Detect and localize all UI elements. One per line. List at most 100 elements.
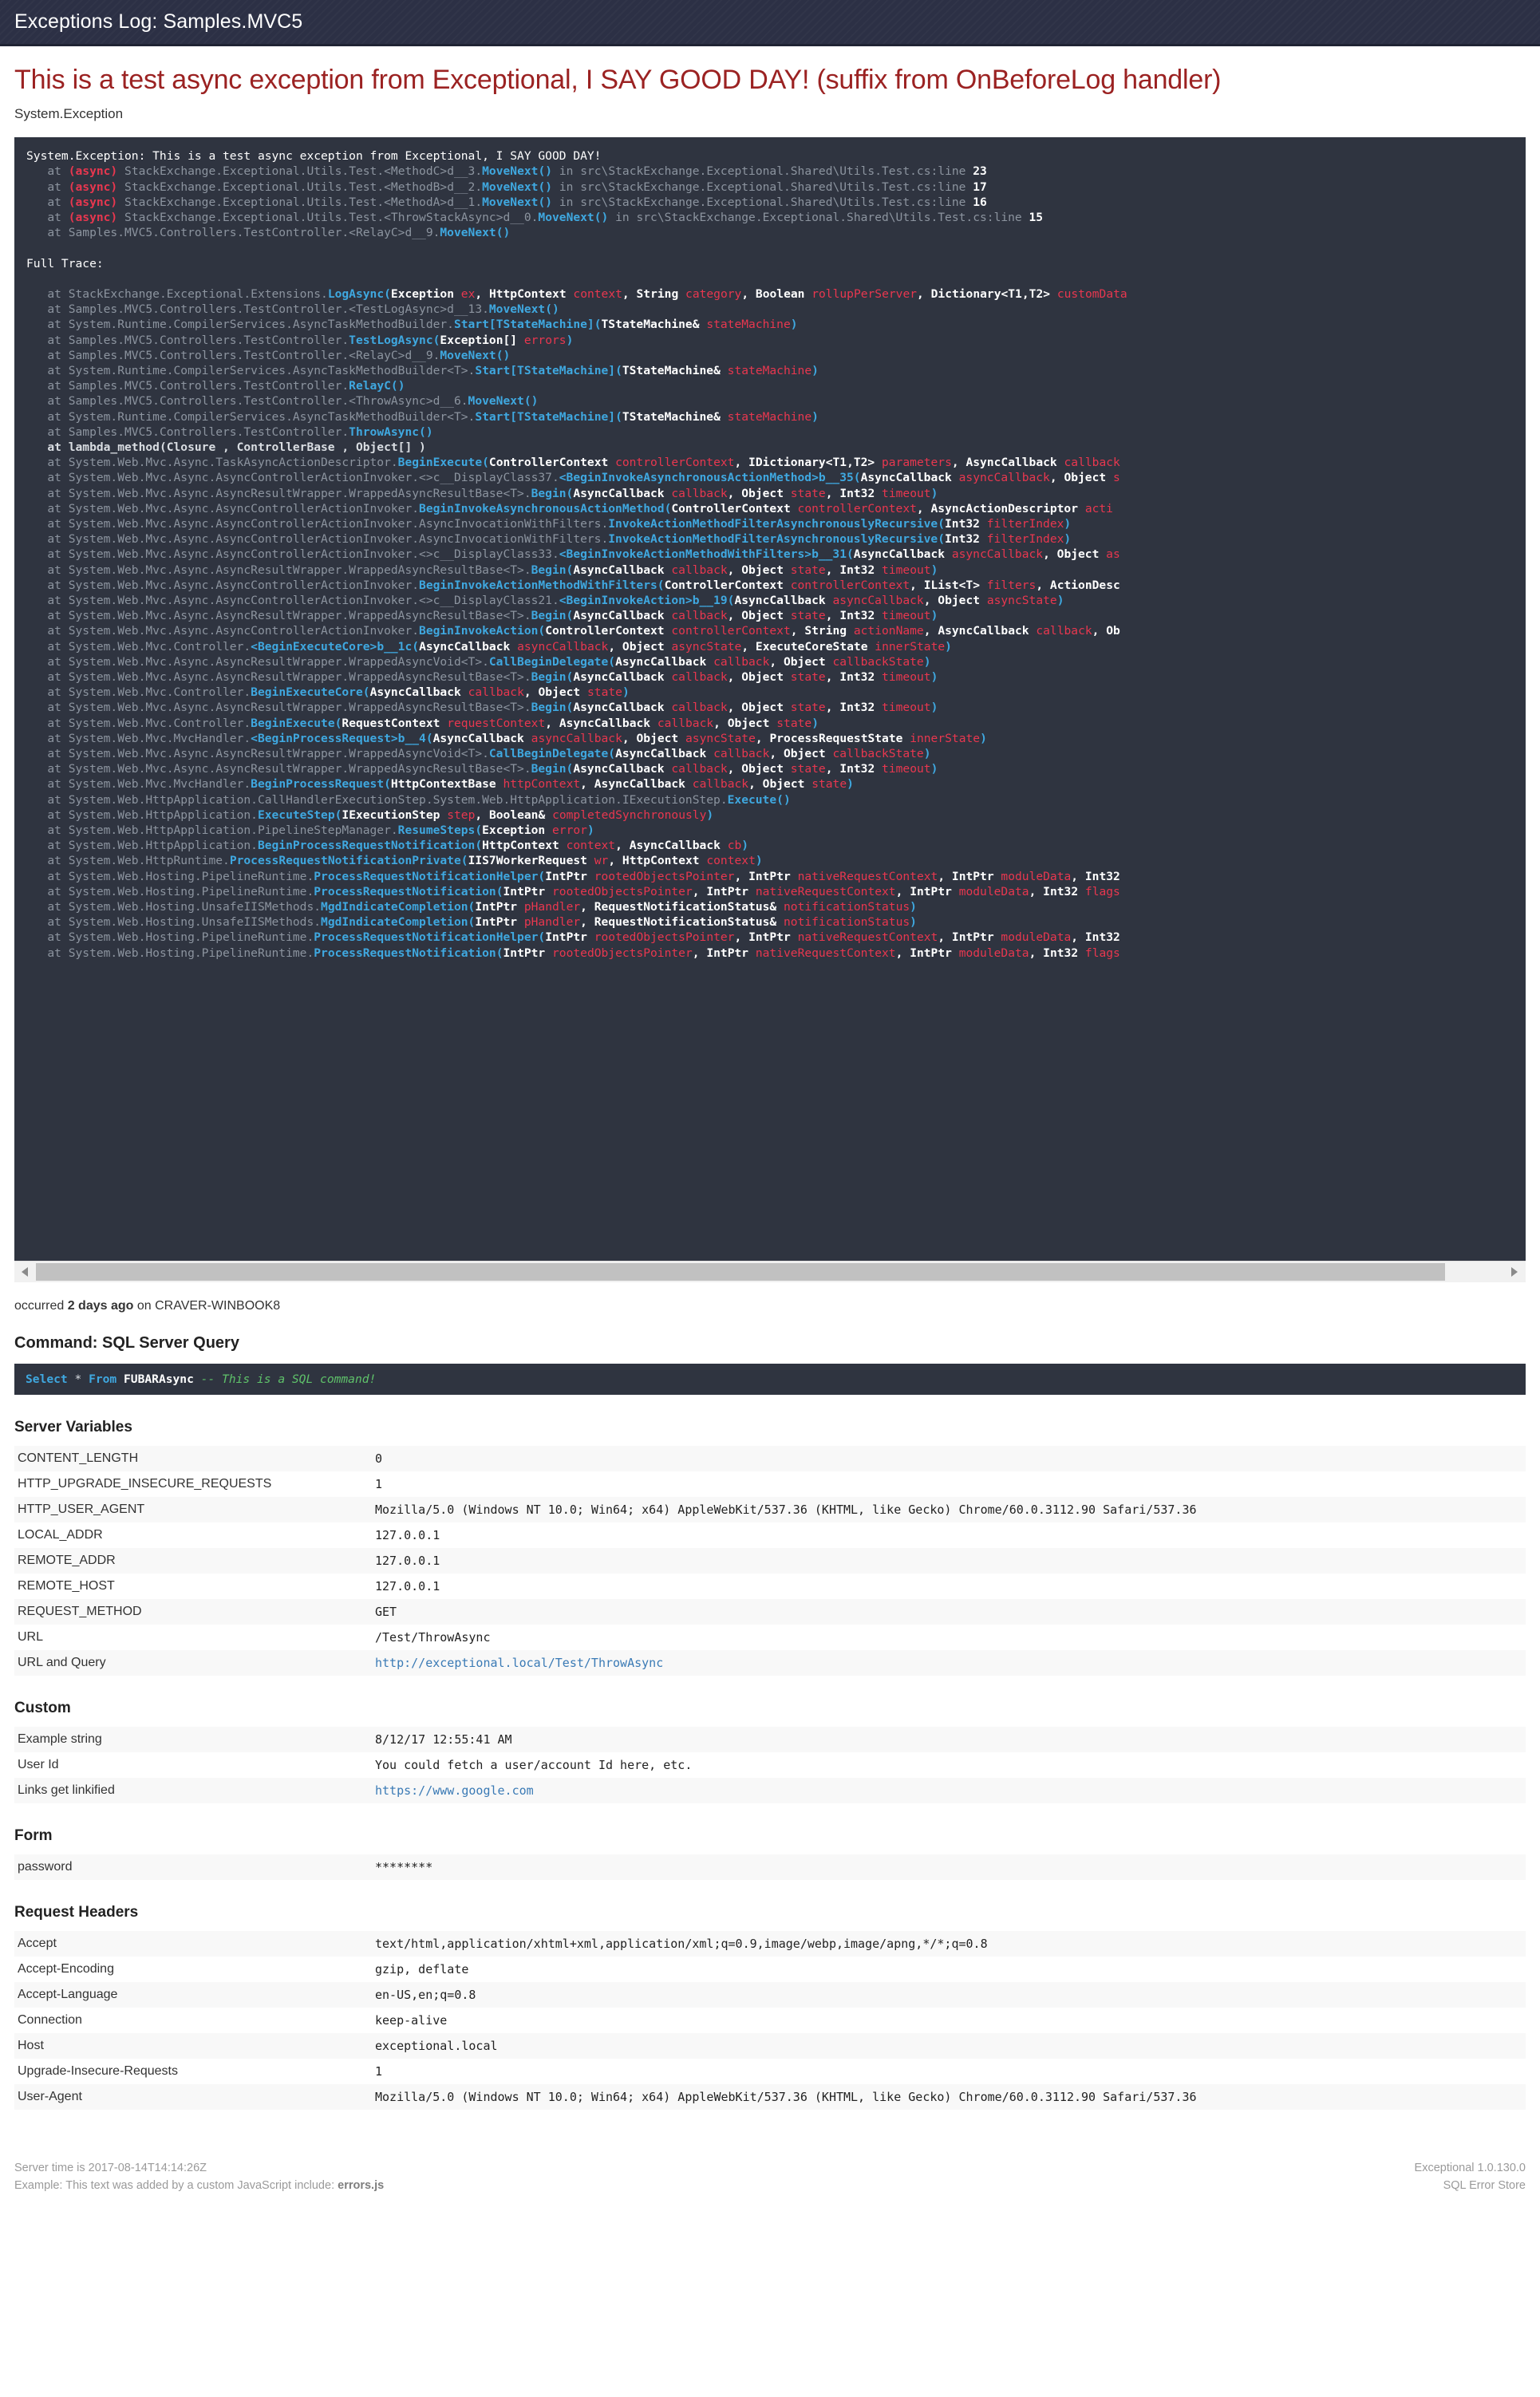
row-value-link[interactable]: https://www.google.com [375,1783,534,1798]
row-value: 127.0.0.1 [375,1579,440,1594]
table-row: Host exceptional.local [14,2033,1526,2059]
form-body: password ******** [14,1854,1526,1881]
sql-comment: -- This is a SQL command! [200,1372,377,1387]
row-key: REQUEST_METHOD [14,1599,372,1625]
table-row: Links get linkified https://www.google.co… [14,1778,1526,1804]
row-key: URL [18,1630,44,1645]
occurred-line: occurred 2 days ago on CRAVER-WINBOOK8 [14,1299,1526,1313]
row-value: Mozilla/5.0 (Windows NT 10.0; Win64; x64… [372,1497,1526,1523]
footer-right: Exceptional 1.0.130.0 SQL Error Store [1415,2159,1526,2194]
row-key: User Id [18,1758,59,1772]
footer-store: SQL Error Store [1443,2179,1526,2193]
row-value: text/html,application/xhtml+xml,applicat… [372,1931,1526,1957]
row-key: Host [14,2033,372,2059]
row-value: keep-alive [375,2013,448,2028]
row-key: password [14,1854,372,1881]
table-row: Upgrade-Insecure-Requests 1 [14,2059,1526,2084]
row-value: GET [372,1599,1526,1625]
row-key: Accept-Language [14,1982,372,2008]
row-key: HTTP_UPGRADE_INSECURE_REQUESTS [18,1477,272,1491]
scroll-left-arrow-icon[interactable] [14,1262,36,1283]
row-key: Example string [14,1727,372,1753]
footer-version: Exceptional 1.0.130.0 [1414,2162,1526,2175]
row-key: Accept [14,1931,372,1957]
row-key: CONTENT_LENGTH [14,1446,372,1472]
form-table: password ******** [14,1854,1526,1881]
scrollbar-track[interactable] [36,1262,1504,1283]
row-value: 127.0.0.1 [372,1548,1526,1574]
table-row: Accept text/html,application/xhtml+xml,ap… [14,1931,1526,1957]
form-heading: Form [14,1827,53,1845]
sql-keyword-select: Select [26,1372,68,1387]
row-value: exceptional.local [372,2033,1526,2059]
page-footer: Server time is 2017-08-14T14:14:26Z Exam… [0,2148,1540,2210]
row-key: URL and Query [14,1650,372,1676]
row-key: User-Agent [14,2084,372,2111]
table-row: HTTP_USER_AGENT Mozilla/5.0 (Windows NT 1… [14,1497,1526,1523]
row-key: HTTP_USER_AGENT [14,1497,372,1523]
stack-trace-text: System.Exception: This is a test async e… [26,149,1127,960]
row-key: LOCAL_ADDR [18,1528,103,1542]
table-row: HTTP_UPGRADE_INSECURE_REQUESTS 1 [14,1471,1526,1497]
server-variables-table: CONTENT_LENGTH 0 HTTP_UPGRADE_INSECURE_REQ… [14,1446,1526,1676]
row-value[interactable]: http://exceptional.local/Test/ThrowAsync [372,1650,1526,1676]
row-key: REMOTE_HOST [18,1579,115,1593]
table-row: Example string 8/12/17 12:55:41 AM [14,1727,1526,1753]
footer-example-file: errors.js [338,2179,385,2193]
row-value: gzip, deflate [375,1962,469,1977]
table-row: REMOTE_ADDR 127.0.0.1 [14,1548,1526,1574]
table-row: REQUEST_METHOD GET [14,1599,1526,1625]
page-title: Exceptions Log: Samples.MVC5 [14,10,303,33]
sql-command-text: Select * From FUBARAsync -- This is a SQ… [26,1372,1514,1387]
stack-trace-panel: System.Exception: This is a test async e… [14,137,1526,1262]
row-value: 0 [372,1446,1526,1472]
scroll-right-arrow-icon[interactable] [1504,1262,1526,1283]
app-header: Exceptions Log: Samples.MVC5 [0,0,1540,46]
footer-left: Server time is 2017-08-14T14:14:26Z Exam… [14,2159,384,2194]
table-row: password ******** [14,1854,1526,1881]
page-content: This is a test async exception from Exce… [0,65,1540,2111]
table-row: URL and Query http://exceptional.local/Te… [14,1650,1526,1676]
footer-example-note: Example: This text was added by a custom… [14,2177,384,2194]
error-title: This is a test async exception from Exce… [14,65,1222,95]
row-key: Upgrade-Insecure-Requests [18,2064,178,2079]
row-key: Accept-Encoding [18,1962,114,1976]
row-value: 1 [375,1477,383,1492]
row-value: Mozilla/5.0 (Windows NT 10.0; Win64; x64… [372,2084,1526,2111]
footer-example-prefix: Example: This text was added by a custom… [14,2179,338,2193]
row-key: Links get linkified [14,1778,372,1804]
row-value: /Test/ThrowAsync [375,1630,491,1645]
request-headers-body: Accept text/html,application/xhtml+xml,ap… [14,1931,1526,2111]
error-type: System.Exception [14,106,124,122]
table-row: User Id You could fetch a user/account Id… [14,1752,1526,1778]
custom-body: Example string 8/12/17 12:55:41 AM User Id… [14,1727,1526,1804]
row-value[interactable]: https://www.google.com [372,1778,1526,1804]
occurred-machine: on CRAVER-WINBOOK8 [133,1299,281,1313]
sql-star: * [67,1372,89,1387]
command-heading: Command: SQL Server Query [14,1334,239,1353]
table-row: URL/Test/ThrowAsync [14,1625,1526,1650]
row-value: 127.0.0.1 [375,1528,440,1543]
table-row: Accept-Encoding gzip, deflate [14,1957,1526,1982]
row-value: 8/12/17 12:55:41 AM [372,1727,1526,1753]
request-headers-table: Accept text/html,application/xhtml+xml,ap… [14,1931,1526,2111]
row-value: ******** [372,1854,1526,1881]
row-value-link[interactable]: http://exceptional.local/Test/ThrowAsync [375,1656,663,1670]
table-row: LOCAL_ADDR 127.0.0.1 [14,1522,1526,1548]
stack-trace-horizontal-scrollbar[interactable] [14,1261,1526,1283]
sql-keyword-from: From [89,1372,117,1387]
custom-table: Example string 8/12/17 12:55:41 AM User Id… [14,1727,1526,1804]
table-row: CONTENT_LENGTH 0 [14,1446,1526,1472]
table-row: User-Agent Mozilla/5.0 (Windows NT 10.0; … [14,2084,1526,2111]
row-value: You could fetch a user/account Id here, … [375,1758,693,1773]
table-row: Accept-Language en-US,en;q=0.8 [14,1982,1526,2008]
table-row: REMOTE_HOST 127.0.0.1 [14,1574,1526,1599]
row-value: 1 [375,2064,383,2079]
request-headers-heading: Request Headers [14,1904,139,1921]
scrollbar-thumb[interactable] [36,1263,1446,1281]
server-variables-body: CONTENT_LENGTH 0 HTTP_UPGRADE_INSECURE_REQ… [14,1446,1526,1676]
row-key: REMOTE_ADDR [14,1548,372,1574]
occurred-prefix: occurred [14,1299,68,1313]
occurred-relative-time: 2 days ago [67,1299,134,1313]
row-value: en-US,en;q=0.8 [372,1982,1526,2008]
